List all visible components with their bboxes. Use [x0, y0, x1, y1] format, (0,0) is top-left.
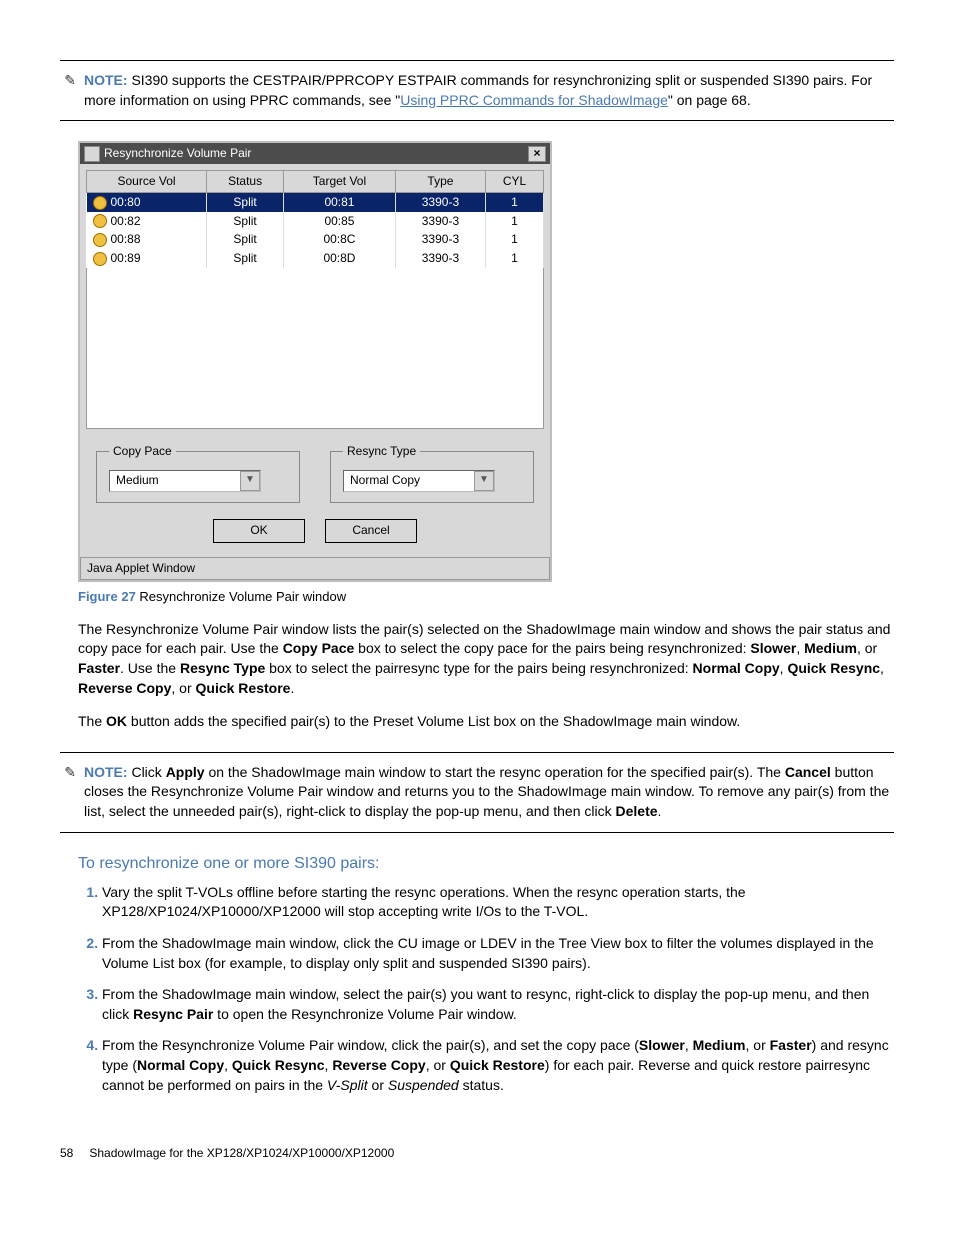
- pprc-link[interactable]: Using PPRC Commands for ShadowImage: [400, 92, 668, 108]
- note-text: NOTE: Click Apply on the ShadowImage mai…: [84, 763, 894, 822]
- table-empty-area: [86, 268, 544, 429]
- ok-button[interactable]: OK: [213, 519, 305, 543]
- dialog-statusbar: Java Applet Window: [80, 557, 550, 580]
- figure-label: Figure 27: [78, 589, 136, 604]
- col-cyl[interactable]: CYL: [486, 170, 544, 192]
- page-footer: 58 ShadowImage for the XP128/XP1024/XP10…: [60, 1145, 894, 1162]
- close-icon[interactable]: ×: [528, 146, 546, 162]
- table-row[interactable]: 00:88 Split00:8C 3390-31: [87, 230, 544, 249]
- resync-type-group: Resync Type Normal Copy ▼: [330, 443, 534, 503]
- volume-icon: [93, 233, 107, 247]
- chevron-down-icon[interactable]: ▼: [240, 471, 260, 491]
- note-text: NOTE: SI390 supports the CESTPAIR/PPRCOP…: [84, 71, 894, 110]
- col-target-vol[interactable]: Target Vol: [284, 170, 396, 192]
- paragraph-ok: The OK button adds the specified pair(s)…: [78, 712, 894, 732]
- note-block-1: ✎ NOTE: SI390 supports the CESTPAIR/PPRC…: [60, 60, 894, 121]
- table-row[interactable]: 00:89 Split00:8D 3390-31: [87, 249, 544, 268]
- resync-type-combo[interactable]: Normal Copy ▼: [343, 470, 495, 492]
- step-2: From the ShadowImage main window, click …: [102, 934, 894, 973]
- table-row[interactable]: 00:80 Split00:81 3390-31: [87, 192, 544, 211]
- paragraph-description: The Resynchronize Volume Pair window lis…: [78, 620, 894, 698]
- volume-icon: [93, 214, 107, 228]
- resync-dialog: Resynchronize Volume Pair × Source Vol S…: [78, 141, 552, 581]
- dialog-app-icon: [84, 146, 100, 162]
- copy-pace-value: Medium: [110, 472, 240, 489]
- step-4: From the Resynchronize Volume Pair windo…: [102, 1036, 894, 1095]
- footer-title: ShadowImage for the XP128/XP1024/XP10000…: [89, 1145, 394, 1162]
- step-3: From the ShadowImage main window, select…: [102, 985, 894, 1024]
- table-header-row: Source Vol Status Target Vol Type CYL: [87, 170, 544, 192]
- step-1: Vary the split T-VOLs offline before sta…: [102, 883, 894, 922]
- page-number: 58: [60, 1145, 73, 1162]
- figure-caption: Figure 27 Resynchronize Volume Pair wind…: [78, 588, 894, 606]
- volume-pair-table[interactable]: Source Vol Status Target Vol Type CYL 00…: [86, 170, 544, 268]
- copy-pace-legend: Copy Pace: [109, 443, 176, 460]
- volume-icon: [93, 196, 107, 210]
- note-icon: ✎: [64, 72, 76, 88]
- copy-pace-combo[interactable]: Medium ▼: [109, 470, 261, 492]
- col-source-vol[interactable]: Source Vol: [87, 170, 207, 192]
- copy-pace-group: Copy Pace Medium ▼: [96, 443, 300, 503]
- resync-type-legend: Resync Type: [343, 443, 420, 460]
- note-label: NOTE:: [84, 764, 128, 780]
- cancel-button[interactable]: Cancel: [325, 519, 417, 543]
- col-status[interactable]: Status: [207, 170, 284, 192]
- figure-27: Resynchronize Volume Pair × Source Vol S…: [60, 141, 894, 581]
- section-heading: To resynchronize one or more SI390 pairs…: [78, 853, 894, 875]
- steps-list: Vary the split T-VOLs offline before sta…: [78, 883, 894, 1095]
- volume-icon: [93, 252, 107, 266]
- note-label: NOTE:: [84, 72, 128, 88]
- note-icon: ✎: [64, 764, 76, 780]
- chevron-down-icon[interactable]: ▼: [474, 471, 494, 491]
- note-block-2: ✎ NOTE: Click Apply on the ShadowImage m…: [60, 752, 894, 833]
- col-type[interactable]: Type: [395, 170, 485, 192]
- resync-type-value: Normal Copy: [344, 472, 474, 489]
- table-row[interactable]: 00:82 Split00:85 3390-31: [87, 212, 544, 231]
- dialog-title: Resynchronize Volume Pair: [104, 145, 251, 162]
- dialog-titlebar: Resynchronize Volume Pair ×: [80, 143, 550, 164]
